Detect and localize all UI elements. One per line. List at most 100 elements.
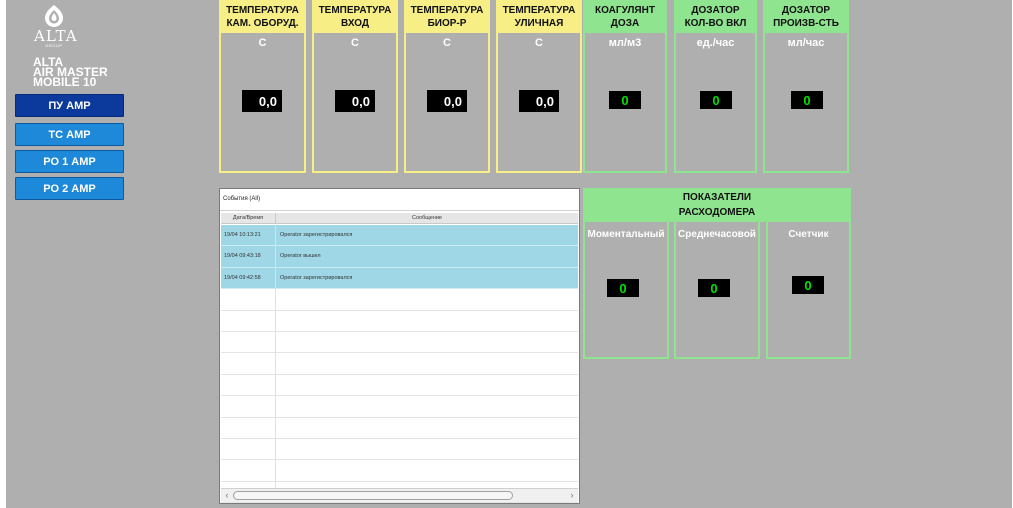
table-row-empty (221, 438, 578, 461)
events-panel[interactable]: События (All) Дата/Время Сообщение 19/04… (219, 188, 580, 504)
column-header-datetime[interactable]: Дата/Время (221, 213, 276, 223)
flowmeter-counter: Счетчик 0 (766, 222, 851, 359)
hmi-screen: ALTA GROUP ALTA AIR MASTER MOBILE 10 ПУ … (6, 0, 1012, 508)
tile-coagulant-dose: КОАГУЛЯНТ ДОЗА мл/м3 0 (583, 0, 667, 173)
tile-header: КОАГУЛЯНТ ДОЗА (585, 0, 665, 33)
flowmeter-label: Моментальный (587, 229, 665, 240)
tile-temp-outdoor: ТЕМПЕРАТУРА УЛИЧНАЯ С 0,0 (496, 0, 582, 173)
table-row-empty (221, 374, 578, 397)
tile-unit: С (258, 37, 267, 49)
tile-value-display: 0 (791, 91, 823, 109)
tile-unit: С (351, 37, 359, 49)
row-message: Operator зарегистрировался (280, 274, 353, 281)
row-message (276, 289, 578, 309)
tile-header: ДОЗАТОР ПРОИЗВ-СТЬ (765, 0, 847, 33)
row-datetime (221, 460, 276, 481)
drop-logo-icon (45, 5, 63, 27)
tile-title-line2: КОЛ-ВО ВКЛ (684, 17, 747, 29)
row-message: Operator зарегистрировался (280, 232, 353, 238)
tile-header: ДОЗАТОР КОЛ-ВО ВКЛ (676, 0, 755, 33)
tile-unit: С (535, 37, 543, 49)
alta-logo: ALTA GROUP (34, 4, 78, 52)
row-datetime (221, 331, 276, 353)
tile-temp-inlet: ТЕМПЕРАТУРА ВХОД С 0,0 (312, 0, 398, 173)
row-message (276, 375, 578, 395)
device-name: ALTA AIR MASTER MOBILE 10 (33, 56, 153, 89)
tile-title-line2: ПРОИЗВ-СТЬ (773, 17, 839, 29)
row-message: Operator вышел (280, 253, 321, 260)
tile-title-line2: ДОЗА (610, 17, 640, 29)
flowmeter-label: Среднечасовой (678, 229, 756, 240)
tile-title-line1: ТЕМПЕРАТУРА (502, 4, 576, 16)
flowmeter-label: Счетчик (788, 229, 829, 240)
table-row-empty (221, 331, 578, 354)
flowmeter-hourly-average: Среднечасовой 0 (674, 222, 760, 359)
tile-value-display: 0 (609, 91, 641, 109)
tile-temp-bioreactor: ТЕМПЕРАТУРА БИОР-Р С 0,0 (404, 0, 490, 173)
tile-title-line1: ДОЗАТОР (781, 4, 831, 16)
tile-title-line2: ВХОД (340, 17, 370, 29)
scrollbar-thumb[interactable] (233, 491, 513, 500)
flowmeter-instant: Моментальный 0 (583, 222, 669, 359)
nav-button-ts-amr[interactable]: ТС АМР (15, 123, 124, 146)
tile-doser-count: ДОЗАТОР КОЛ-ВО ВКЛ ед./час 0 (674, 0, 757, 173)
row-datetime (221, 353, 276, 374)
tile-doser-capacity: ДОЗАТОР ПРОИЗВ-СТЬ мл/час 0 (763, 0, 849, 173)
flowmeter-title-line1: ПОКАЗАТЕЛИ (682, 192, 752, 203)
events-title: События (All) (220, 189, 579, 211)
scroll-right-icon[interactable]: › (566, 489, 578, 502)
table-row[interactable]: 19/04 09:42:58 Operator зарегистрировался (221, 267, 578, 290)
horizontal-scrollbar[interactable]: ‹ › (221, 488, 578, 502)
column-header-message[interactable]: Сообщение (276, 213, 578, 223)
tile-unit: мл/час (787, 37, 825, 49)
table-row-empty (221, 310, 578, 332)
row-message (276, 353, 578, 373)
row-datetime (221, 310, 276, 331)
table-row-empty (221, 353, 578, 375)
row-message (276, 332, 578, 352)
events-table-body: 19/04 10:13:21 Operator зарегистрировался… (221, 225, 578, 504)
row-datetime (221, 438, 276, 460)
device-name-line: MOBILE 10 (33, 75, 97, 89)
tile-unit: ед./час (696, 37, 735, 49)
tile-header: ТЕМПЕРАТУРА КАМ. ОБОРУД. (221, 0, 304, 33)
events-table-header: Дата/Время Сообщение (221, 213, 578, 224)
tile-unit: мл/м3 (608, 37, 642, 49)
table-row-empty (221, 460, 578, 482)
row-message (276, 460, 578, 480)
flowmeter-value-display: 0 (607, 279, 639, 297)
nav-button-ro2-amr[interactable]: РО 2 АМР (15, 177, 124, 200)
tile-title-line1: ТЕМПЕРАТУРА (318, 4, 392, 16)
row-datetime (221, 417, 276, 438)
flowmeter-title-line2: РАСХОДОМЕРА (678, 207, 756, 218)
row-message (276, 418, 578, 438)
tile-title-line2: УЛИЧНАЯ (514, 17, 564, 29)
row-datetime (221, 396, 276, 417)
tile-value-display: 0,0 (242, 90, 282, 112)
tile-header: ТЕМПЕРАТУРА УЛИЧНАЯ (498, 0, 580, 33)
row-datetime (221, 289, 276, 310)
table-row[interactable]: 19/04 09:43:18 Operator вышел (221, 246, 578, 268)
scroll-left-icon[interactable]: ‹ (221, 489, 233, 502)
tile-value-display: 0,0 (427, 90, 467, 112)
tile-unit: С (443, 37, 451, 49)
tile-title-line1: ТЕМПЕРАТУРА (410, 4, 484, 16)
flowmeter-value-display: 0 (698, 279, 730, 297)
table-row[interactable]: 19/04 10:13:21 Operator зарегистрировался (221, 225, 578, 247)
tile-title-line2: БИОР-Р (427, 17, 467, 29)
logo-brand-text: ALTA (34, 27, 78, 45)
row-datetime (221, 374, 276, 396)
tile-value-display: 0,0 (519, 90, 559, 112)
flowmeter-value-display: 0 (792, 276, 824, 294)
flowmeter-header: ПОКАЗАТЕЛИ РАСХОДОМЕРА (583, 188, 851, 222)
nav-button-pu-amr[interactable]: ПУ АМР (15, 94, 124, 117)
tile-temp-equipment: ТЕМПЕРАТУРА КАМ. ОБОРУД. С 0,0 (219, 0, 306, 173)
table-row-empty (221, 417, 578, 439)
tile-title-line1: ТЕМПЕРАТУРА (226, 4, 299, 16)
row-datetime: 19/04 10:13:21 (221, 225, 276, 246)
nav-button-ro1-amr[interactable]: РО 1 АМР (15, 150, 124, 173)
table-row-empty (221, 289, 578, 311)
tile-title-line1: ДОЗАТОР (691, 4, 740, 16)
row-message (276, 439, 578, 459)
tile-title-line1: КОАГУЛЯНТ (595, 4, 655, 16)
